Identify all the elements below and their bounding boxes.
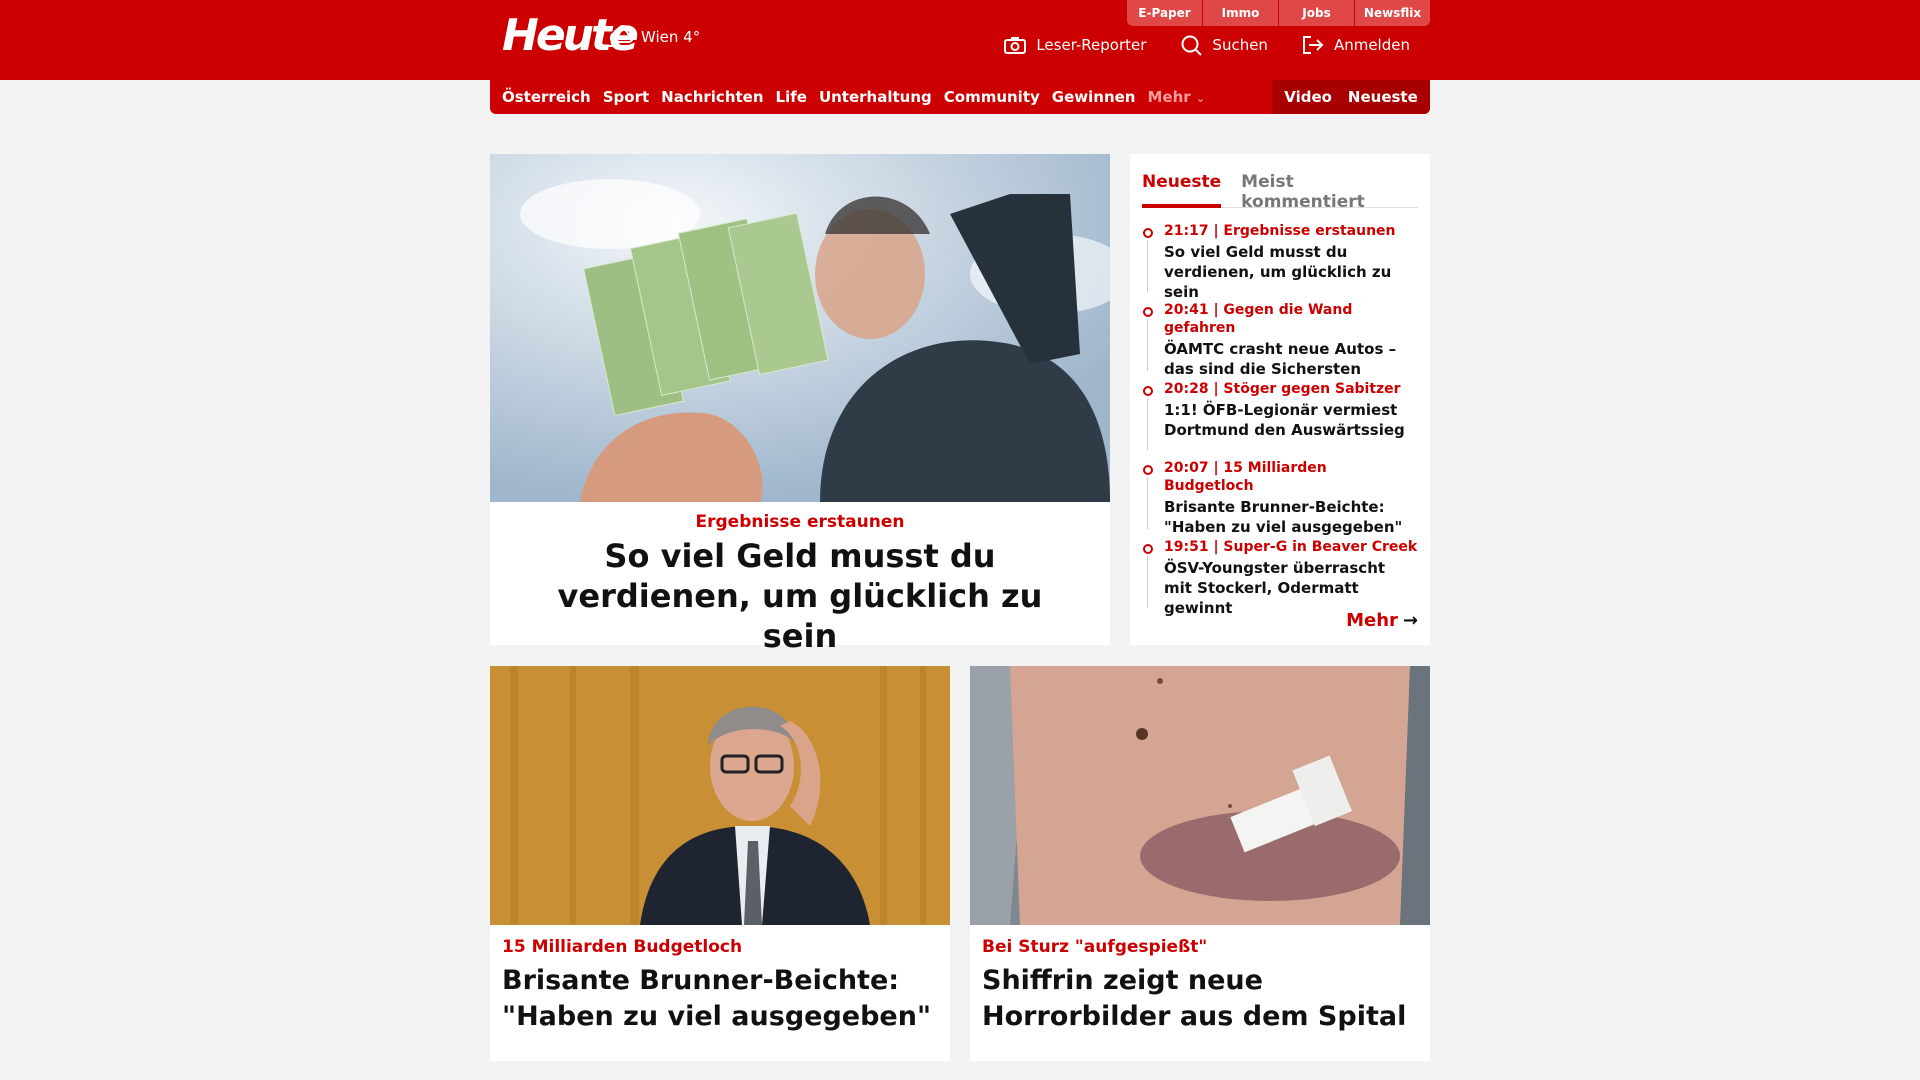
article-card-kicker[interactable]: Bei Sturz "aufgespießt" — [982, 937, 1418, 957]
hero-photo-illustration — [490, 154, 1110, 502]
article-card-headline[interactable]: Shiffrin zeigt neue Horrorbilder aus dem… — [982, 963, 1418, 1035]
login-button[interactable]: Anmelden — [1302, 35, 1410, 55]
service-links: E-Paper Immo Jobs Newsflix — [1126, 0, 1430, 26]
ticker-item[interactable]: 21:17 | Ergebnisse erstaunen So viel Gel… — [1142, 222, 1418, 301]
ticker-item-meta: 20:28 | Stöger gegen Sabitzer — [1164, 381, 1401, 397]
login-icon — [1302, 36, 1324, 54]
article-card-kicker[interactable]: 15 Milliarden Budgetloch — [502, 937, 938, 957]
ticker-tabs: Neueste Meist kommentiert — [1142, 164, 1418, 212]
article-card-image[interactable] — [490, 666, 950, 925]
nav-item-unterhaltung[interactable]: Unterhaltung — [819, 88, 932, 106]
tab-neueste[interactable]: Neueste — [1142, 164, 1222, 208]
article-card-shiffrin[interactable]: Bei Sturz "aufgespießt" Shiffrin zeigt n… — [970, 666, 1430, 1061]
article-card-headline[interactable]: Brisante Brunner-Beichte: "Haben zu viel… — [502, 963, 938, 1035]
site-header: E-Paper Immo Jobs Newsflix Heute Wien 4°… — [0, 0, 1920, 80]
ticker-item-title[interactable]: ÖAMTC crasht neue Autos – das sind die S… — [1164, 339, 1418, 379]
topbar-epaper-link[interactable]: E-Paper — [1127, 0, 1202, 26]
ticker-item[interactable]: 20:28 | Stöger gegen Sabitzer 1:1! ÖFB-L… — [1142, 380, 1418, 459]
nav-more-dropdown[interactable]: Mehr ⌄ — [1147, 88, 1205, 106]
ticker-item[interactable]: 20:41 | Gegen die Wand gefahren ÖAMTC cr… — [1142, 301, 1418, 380]
ticker-more-link[interactable]: Mehr → — [1346, 610, 1418, 631]
ticker-item-title[interactable]: 1:1! ÖFB-Legionär vermiest Dortmund den … — [1164, 400, 1418, 440]
login-label: Anmelden — [1333, 36, 1410, 54]
news-ticker-panel: Neueste Meist kommentiert 21:17 | Ergebn… — [1130, 154, 1430, 645]
hero-image[interactable] — [490, 154, 1110, 502]
search-label: Suchen — [1212, 36, 1268, 54]
ticker-item-meta: 20:07 | 15 Milliarden Budgetloch — [1164, 460, 1327, 494]
nav-item-gewinnen[interactable]: Gewinnen — [1052, 88, 1136, 106]
nav-neueste-link[interactable]: Neueste — [1348, 88, 1418, 106]
nav-item-life[interactable]: Life — [776, 88, 807, 106]
main-navigation: Österreich Sport Nachrichten Life Unterh… — [490, 80, 1430, 114]
nav-item-nachrichten[interactable]: Nachrichten — [661, 88, 763, 106]
topbar-immo-link[interactable]: Immo — [1203, 0, 1278, 26]
weather-text: Wien 4° — [641, 28, 701, 46]
ticker-item-meta: 21:17 | Ergebnisse erstaunen — [1164, 223, 1396, 239]
ticker-item[interactable]: 19:51 | Super-G in Beaver Creek ÖSV-Youn… — [1142, 538, 1418, 617]
shiffrin-photo-illustration — [970, 666, 1430, 925]
topbar-jobs-link[interactable]: Jobs — [1279, 0, 1354, 26]
hero-kicker[interactable]: Ergebnisse erstaunen — [490, 512, 1110, 532]
ticker-list: 21:17 | Ergebnisse erstaunen So viel Gel… — [1142, 222, 1418, 617]
header-actions: Leser-Reporter Suchen Anmelden — [970, 34, 1410, 56]
article-card-brunner[interactable]: 15 Milliarden Budgetloch Brisante Brunne… — [490, 666, 950, 1061]
nav-item-sport[interactable]: Sport — [603, 88, 649, 106]
hero-headline[interactable]: So viel Geld musst du verdienen, um glüc… — [530, 536, 1070, 656]
camera-icon — [1004, 37, 1027, 54]
leser-reporter-button[interactable]: Leser-Reporter — [1004, 36, 1146, 54]
arrow-right-icon: → — [1402, 610, 1418, 631]
ticker-item-title[interactable]: Brisante Brunner-Beichte: "Haben zu viel… — [1164, 497, 1418, 537]
article-card-text: Bei Sturz "aufgespießt" Shiffrin zeigt n… — [970, 925, 1430, 1035]
ticker-item[interactable]: 20:07 | 15 Milliarden Budgetloch Brisant… — [1142, 459, 1418, 538]
nav-item-community[interactable]: Community — [944, 88, 1040, 106]
nav-item-oesterreich[interactable]: Österreich — [502, 88, 591, 106]
hero-article[interactable]: Ergebnisse erstaunen So viel Geld musst … — [490, 154, 1110, 655]
nav-video-link[interactable]: Video — [1284, 88, 1332, 106]
header-inner: E-Paper Immo Jobs Newsflix Heute Wien 4°… — [490, 0, 1430, 80]
search-button[interactable]: Suchen — [1180, 34, 1268, 56]
cloud-sun-icon — [609, 25, 634, 47]
ticker-item-meta: 19:51 | Super-G in Beaver Creek — [1164, 539, 1418, 555]
leser-reporter-label: Leser-Reporter — [1036, 36, 1147, 54]
ticker-more-label: Mehr — [1346, 610, 1398, 631]
ticker-item-meta: 20:41 | Gegen die Wand gefahren — [1164, 302, 1353, 336]
topbar-newsflix-link[interactable]: Newsflix — [1355, 0, 1430, 26]
chevron-down-icon: ⌄ — [1195, 92, 1206, 105]
article-card-image[interactable] — [970, 666, 1430, 925]
nav-right-group: Video Neueste — [1272, 80, 1430, 114]
brunner-photo-illustration — [490, 666, 950, 925]
search-icon — [1181, 35, 1203, 56]
ticker-item-title[interactable]: So viel Geld musst du verdienen, um glüc… — [1164, 242, 1418, 302]
nav-more-label: Mehr — [1147, 88, 1191, 106]
article-card-text: 15 Milliarden Budgetloch Brisante Brunne… — [490, 925, 950, 1035]
tab-meist-kommentiert[interactable]: Meist kommentiert — [1241, 164, 1398, 212]
weather-widget[interactable]: Wien 4° — [605, 24, 700, 50]
ticker-item-title[interactable]: ÖSV-Youngster überrascht mit Stockerl, O… — [1164, 558, 1418, 618]
